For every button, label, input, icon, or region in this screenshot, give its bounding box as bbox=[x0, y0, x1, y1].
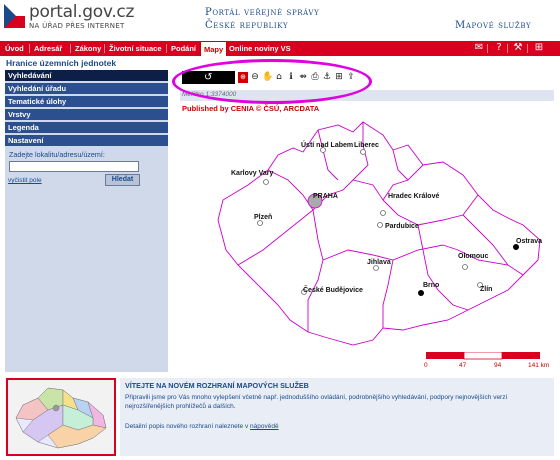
city-label-olomouc: Olomouc bbox=[458, 253, 489, 260]
search-input[interactable] bbox=[9, 161, 139, 172]
search-label: Zadejte lokalitu/adresu/území: bbox=[9, 150, 105, 159]
news-link-prefix: Detailní popis nového rozhraní naleznete… bbox=[125, 423, 249, 430]
nav-item-zivotni-situace[interactable]: Životní situace bbox=[106, 41, 165, 56]
map-services-title: Mapové služby bbox=[455, 20, 532, 31]
city-label-jihlava: Jihlava bbox=[367, 259, 391, 266]
sitemap-icon[interactable]: ⊞ bbox=[533, 42, 545, 54]
nav-item-uvod[interactable]: Úvod bbox=[2, 41, 27, 56]
highlight-ellipse bbox=[172, 59, 372, 104]
sidebar-search-panel: Zadejte lokalitu/adresu/území: vyčistit … bbox=[5, 70, 168, 372]
city-label-ceske-budejovice: České Budějovice bbox=[303, 287, 363, 294]
scale-label-141: 141 km bbox=[528, 362, 550, 369]
map-thumbnail[interactable] bbox=[6, 378, 116, 456]
news-text: Připravili jsme pro Vás mnoho vylepšení … bbox=[125, 394, 508, 410]
scale-label-47: 47 bbox=[459, 362, 467, 369]
nav-item-adresar[interactable]: Adresář bbox=[31, 41, 65, 56]
help-link[interactable]: nápovědě bbox=[250, 423, 279, 430]
city-label-ostrava: Ostrava bbox=[516, 238, 543, 245]
main-nav: Úvod Adresář Zákony Životní situace Podá… bbox=[0, 41, 560, 56]
scale-label-0: 0 bbox=[424, 362, 428, 369]
news-link-row: Detailní popis nového rozhraní naleznete… bbox=[125, 423, 279, 430]
city-label-brno: Brno bbox=[423, 282, 440, 289]
help-icon[interactable]: ? bbox=[493, 42, 505, 54]
nav-item-zakony[interactable]: Zákony bbox=[72, 41, 104, 56]
nav-item-podani[interactable]: Podání bbox=[168, 41, 199, 56]
city-label-zlin: Zlín bbox=[480, 286, 493, 293]
city-label-liberec: Liberec bbox=[354, 142, 379, 149]
logo-subtitle: NA ÚŘAD PŘES INTERNET bbox=[29, 22, 125, 30]
graphic-scale bbox=[426, 352, 540, 360]
page-subtitle: Hranice územních jednotek bbox=[6, 58, 117, 68]
czech-flag-icon bbox=[4, 4, 25, 28]
portal-title: Portál veřejné správy České republiky bbox=[205, 6, 319, 32]
czech-regions-map[interactable] bbox=[178, 100, 552, 350]
nav-item-online-noviny[interactable]: Online noviny VS bbox=[226, 41, 294, 56]
portal-title-line2: České republiky bbox=[205, 20, 289, 31]
city-label-karlovy-vary: Karlovy Vary bbox=[231, 170, 274, 177]
logo-text[interactable]: portal.gov.cz bbox=[29, 2, 134, 22]
thumbnail-regions-map bbox=[15, 387, 107, 449]
search-button[interactable]: Hledat bbox=[105, 174, 140, 186]
mail-icon[interactable]: ✉ bbox=[473, 42, 485, 54]
city-label-usti: Ústí nad Labem bbox=[301, 142, 354, 149]
scale-label-94: 94 bbox=[494, 362, 502, 369]
country-border bbox=[217, 121, 541, 346]
nav-item-mapy[interactable]: Mapy bbox=[200, 41, 228, 56]
city-label-plzen: Plzeň bbox=[254, 214, 273, 221]
header: portal.gov.cz NA ÚŘAD PŘES INTERNET Port… bbox=[0, 0, 560, 40]
city-label-hradec-kralove: Hradec Králové bbox=[388, 193, 440, 200]
city-label-pardubice: Pardubice bbox=[385, 223, 419, 230]
city-label-praha: PRAHA bbox=[313, 193, 338, 200]
clear-field-link[interactable]: vyčistit pole bbox=[8, 177, 42, 184]
tools-icon[interactable]: ⚒ bbox=[512, 42, 524, 54]
portal-title-line1: Portál veřejné správy bbox=[205, 7, 320, 18]
news-title: VÍTEJTE NA NOVÉM ROZHRANÍ MAPOVÝCH SLUŽE… bbox=[125, 381, 309, 390]
